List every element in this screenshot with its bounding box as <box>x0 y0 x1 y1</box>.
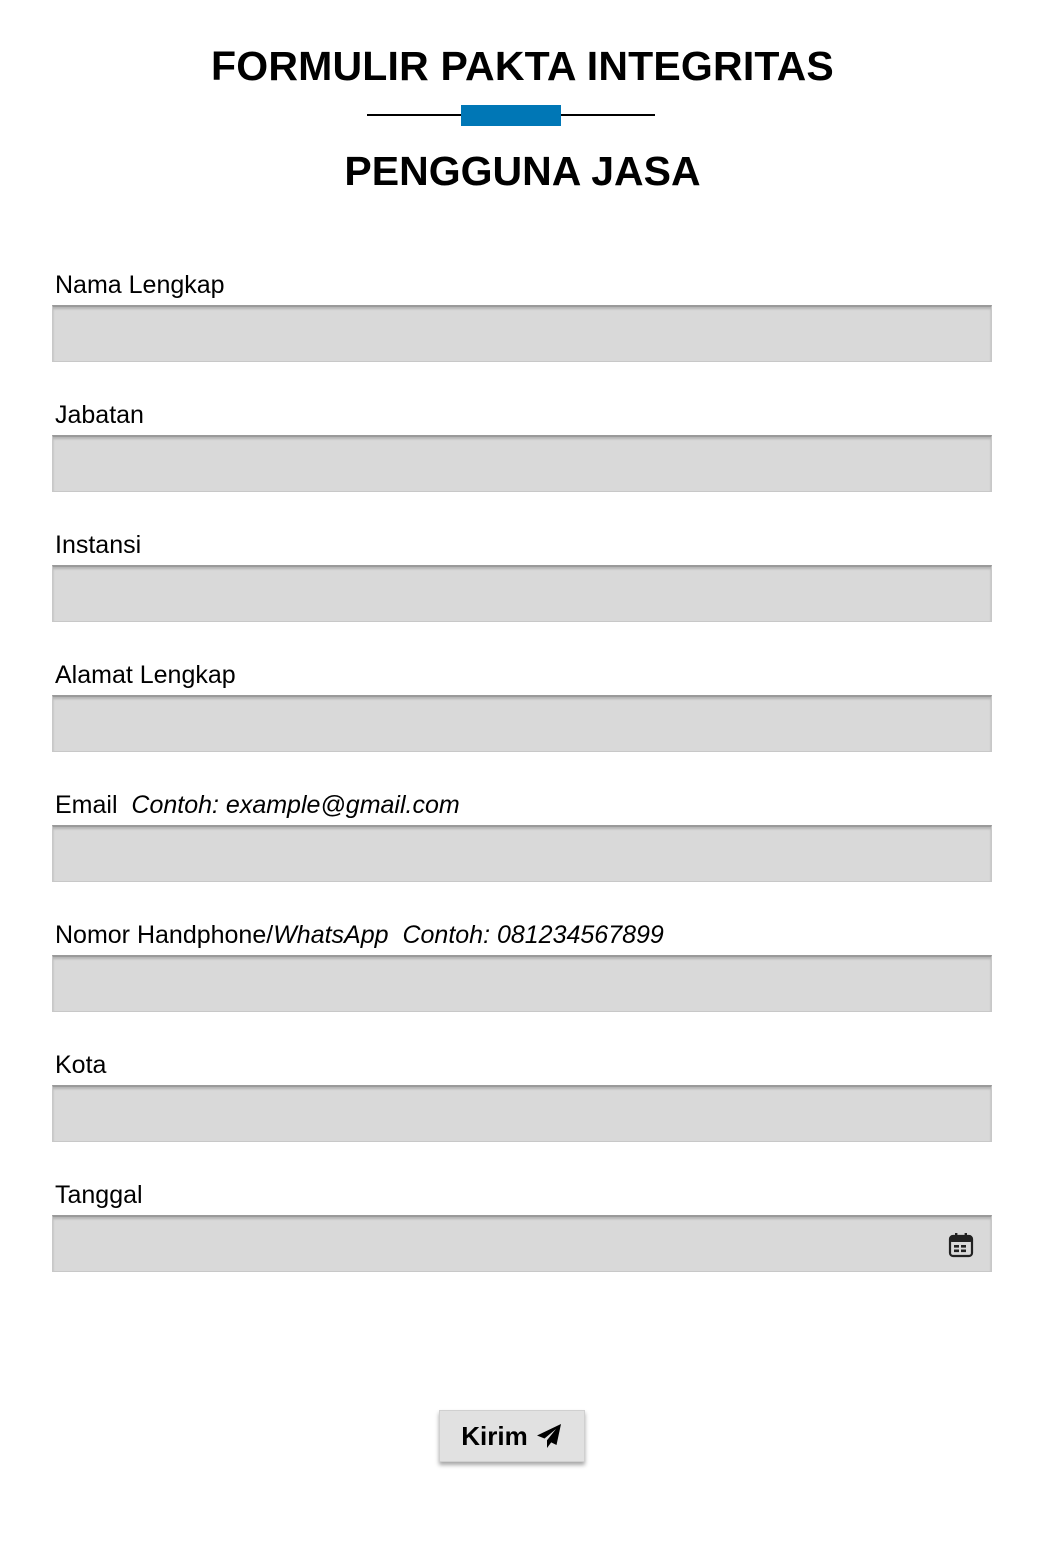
page-subtitle: PENGGUNA JASA <box>344 148 701 194</box>
alamat-lengkap-input[interactable] <box>52 695 992 752</box>
kirim-button[interactable]: Kirim <box>439 1410 585 1462</box>
calendar-icon[interactable] <box>948 1232 974 1258</box>
tanggal-input[interactable] <box>52 1215 992 1272</box>
nomor-handphone-label: Nomor Handphone/WhatsApp Contoh: 0812345… <box>55 920 664 950</box>
jabatan-input[interactable] <box>52 435 992 492</box>
nama-lengkap-input[interactable] <box>52 305 992 362</box>
nomor-handphone-hint: Contoh: 081234567899 <box>402 921 664 949</box>
nomor-handphone-input[interactable] <box>52 955 992 1012</box>
divider-accent-bar <box>461 105 561 126</box>
tanggal-label: Tanggal <box>55 1181 143 1209</box>
email-label: Email Contoh: example@gmail.com <box>55 790 460 820</box>
divider-line-left <box>367 114 463 116</box>
kirim-button-label: Kirim <box>461 1420 528 1451</box>
nama-lengkap-label: Nama Lengkap <box>55 271 225 299</box>
paper-plane-icon <box>536 1424 561 1448</box>
page-title: FORMULIR PAKTA INTEGRITAS <box>211 43 834 89</box>
instansi-label: Instansi <box>55 531 142 559</box>
kota-label: Kota <box>55 1051 107 1079</box>
jabatan-label: Jabatan <box>55 401 144 429</box>
email-hint: Contoh: example@gmail.com <box>131 791 460 819</box>
instansi-input[interactable] <box>52 565 992 622</box>
alamat-lengkap-label: Alamat Lengkap <box>55 661 236 689</box>
nomor-handphone-label-text: Nomor Handphone/ <box>55 921 274 949</box>
kota-input[interactable] <box>52 1085 992 1142</box>
email-input[interactable] <box>52 825 992 882</box>
whatsapp-label-text: WhatsApp <box>273 921 389 949</box>
divider-line-right <box>559 114 655 116</box>
email-label-text: Email <box>55 791 118 819</box>
title-divider <box>367 105 655 126</box>
